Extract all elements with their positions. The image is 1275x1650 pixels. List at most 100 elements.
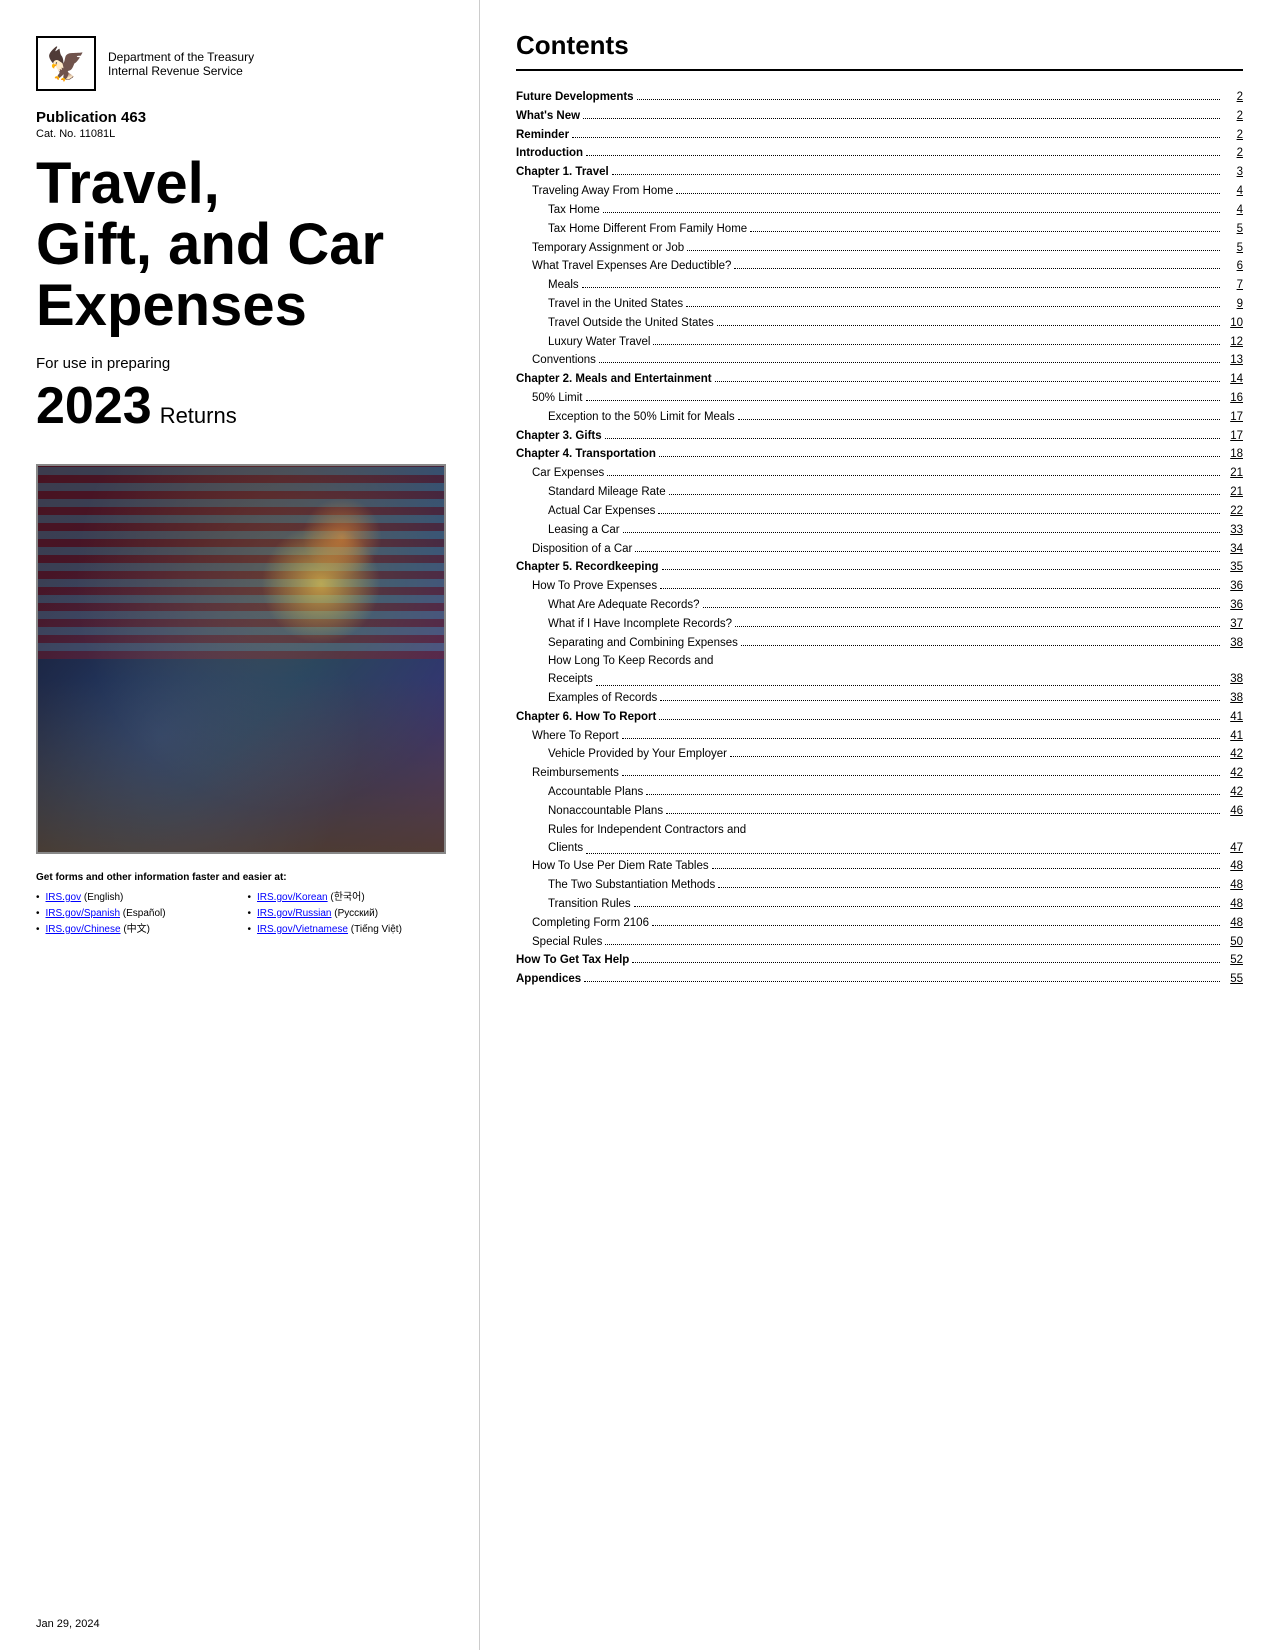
year-number: 2023 xyxy=(36,376,152,436)
toc-dots xyxy=(653,344,1220,345)
publication-label: Publication 463 xyxy=(36,109,449,126)
toc-row: Tax Home4 xyxy=(516,202,1243,220)
toc-page[interactable]: 34 xyxy=(1223,541,1243,559)
toc-page[interactable]: 36 xyxy=(1223,597,1243,615)
toc-page[interactable]: 2 xyxy=(1223,108,1243,126)
toc-page[interactable]: 42 xyxy=(1223,784,1243,802)
toc-page[interactable]: 38 xyxy=(1223,635,1243,653)
toc-page[interactable]: 55 xyxy=(1223,971,1243,989)
toc-dots xyxy=(660,588,1220,589)
toc-page[interactable]: 21 xyxy=(1223,465,1243,483)
toc-page[interactable]: 47 xyxy=(1223,840,1243,858)
toc-row: How To Prove Expenses 36 xyxy=(516,578,1243,596)
toc-label: Transition Rules xyxy=(548,896,631,914)
toc-page[interactable]: 46 xyxy=(1223,803,1243,821)
toc-dots xyxy=(718,887,1220,888)
link-irs-chinese[interactable]: • IRS.gov/Chinese (中文) xyxy=(36,922,238,938)
toc-page[interactable]: 17 xyxy=(1223,428,1243,446)
toc-page[interactable]: 5 xyxy=(1223,221,1243,239)
left-panel: 🦅 Department of the Treasury Internal Re… xyxy=(0,0,480,1650)
toc-row: Appendices55 xyxy=(516,971,1243,989)
toc-dots xyxy=(738,419,1220,420)
toc-page[interactable]: 22 xyxy=(1223,503,1243,521)
link-label: IRS.gov/Chinese (中文) xyxy=(46,922,151,938)
toc-dots xyxy=(652,925,1220,926)
returns-text: Returns xyxy=(160,403,237,429)
toc-dots xyxy=(582,287,1220,288)
toc-page[interactable]: 9 xyxy=(1223,296,1243,314)
toc-row: How Long To Keep Records andReceipts38 xyxy=(516,653,1243,689)
link-irs-russian[interactable]: • IRS.gov/Russian (Русский) xyxy=(248,906,450,922)
title-line2: Gift, and Car xyxy=(36,212,384,277)
toc-page[interactable]: 12 xyxy=(1223,334,1243,352)
toc-page[interactable]: 42 xyxy=(1223,765,1243,783)
toc-page[interactable]: 21 xyxy=(1223,484,1243,502)
toc-page[interactable]: 41 xyxy=(1223,728,1243,746)
toc-page[interactable]: 17 xyxy=(1223,409,1243,427)
toc-dots xyxy=(584,981,1220,982)
toc-page[interactable]: 48 xyxy=(1223,858,1243,876)
link-irs-vietnamese[interactable]: • IRS.gov/Vietnamese (Tiếng Việt) xyxy=(248,922,450,938)
toc-page[interactable]: 6 xyxy=(1223,258,1243,276)
toc-page[interactable]: 13 xyxy=(1223,352,1243,370)
toc-page[interactable]: 42 xyxy=(1223,746,1243,764)
toc-dots xyxy=(596,685,1220,686)
toc-row: What Travel Expenses Are Deductible?6 xyxy=(516,258,1243,276)
toc-dots xyxy=(659,456,1220,457)
link-anchor[interactable]: IRS.gov/Korean xyxy=(257,892,328,903)
toc-page[interactable]: 14 xyxy=(1223,371,1243,389)
toc-page[interactable]: 18 xyxy=(1223,446,1243,464)
toc-label: Temporary Assignment or Job xyxy=(532,240,684,258)
link-anchor[interactable]: IRS.gov xyxy=(46,892,82,903)
toc-page[interactable]: 48 xyxy=(1223,915,1243,933)
info-links-grid: • IRS.gov (English) • IRS.gov/Korean (한국… xyxy=(36,890,449,938)
link-irs-gov[interactable]: • IRS.gov (English) xyxy=(36,890,238,906)
image-overlay xyxy=(38,466,444,852)
toc-label: Where To Report xyxy=(532,728,619,746)
toc-page[interactable]: 48 xyxy=(1223,877,1243,895)
toc-page[interactable]: 4 xyxy=(1223,202,1243,220)
link-irs-korean[interactable]: • IRS.gov/Korean (한국어) xyxy=(248,890,450,906)
toc-label: Introduction xyxy=(516,145,583,163)
toc-page[interactable]: 4 xyxy=(1223,183,1243,201)
toc-page[interactable]: 2 xyxy=(1223,127,1243,145)
toc-page[interactable]: 2 xyxy=(1223,89,1243,107)
toc-page[interactable]: 41 xyxy=(1223,709,1243,727)
bullet: • xyxy=(36,890,40,906)
toc-dots xyxy=(734,268,1220,269)
toc-label: Travel Outside the United States xyxy=(548,315,714,333)
toc-label: Accountable Plans xyxy=(548,784,643,802)
toc-page[interactable]: 48 xyxy=(1223,896,1243,914)
link-anchor[interactable]: IRS.gov/Russian xyxy=(257,908,331,919)
toc-label: Special Rules xyxy=(532,934,602,952)
toc-page[interactable]: 37 xyxy=(1223,616,1243,634)
toc-row: Temporary Assignment or Job 5 xyxy=(516,240,1243,258)
toc-label: Leasing a Car xyxy=(548,522,620,540)
link-anchor[interactable]: IRS.gov/Chinese xyxy=(46,924,121,935)
toc-page[interactable]: 10 xyxy=(1223,315,1243,333)
toc-label: How To Prove Expenses xyxy=(532,578,657,596)
toc-page[interactable]: 38 xyxy=(1223,690,1243,708)
toc-page[interactable]: 7 xyxy=(1223,277,1243,295)
toc-page[interactable]: 35 xyxy=(1223,559,1243,577)
link-irs-spanish[interactable]: • IRS.gov/Spanish (Español) xyxy=(36,906,238,922)
toc-page[interactable]: 16 xyxy=(1223,390,1243,408)
toc-page[interactable]: 5 xyxy=(1223,240,1243,258)
toc-dots xyxy=(687,250,1220,251)
toc-page[interactable]: 33 xyxy=(1223,522,1243,540)
toc-label: Chapter 6. How To Report xyxy=(516,709,656,727)
toc-row: Conventions13 xyxy=(516,352,1243,370)
toc-page[interactable]: 50 xyxy=(1223,934,1243,952)
toc-label: What Are Adequate Records? xyxy=(548,597,700,615)
toc-row: Luxury Water Travel12 xyxy=(516,334,1243,352)
info-bold: Get forms and other information faster a… xyxy=(36,870,449,886)
toc-page[interactable]: 52 xyxy=(1223,952,1243,970)
toc-page[interactable]: 36 xyxy=(1223,578,1243,596)
toc-page[interactable]: 3 xyxy=(1223,164,1243,182)
link-anchor[interactable]: IRS.gov/Spanish xyxy=(46,908,121,919)
toc-page[interactable]: 38 xyxy=(1223,671,1243,689)
link-anchor[interactable]: IRS.gov/Vietnamese xyxy=(257,924,348,935)
cat-number: Cat. No. 11081L xyxy=(36,128,449,140)
toc-label: Standard Mileage Rate xyxy=(548,484,666,502)
toc-page[interactable]: 2 xyxy=(1223,145,1243,163)
